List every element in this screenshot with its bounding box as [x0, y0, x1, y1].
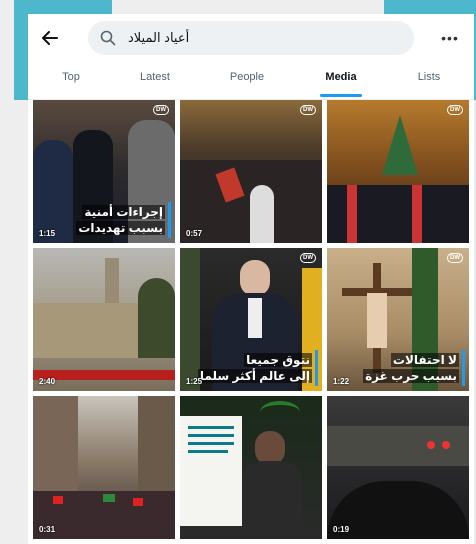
- caption-bar: [462, 350, 465, 386]
- media-tile[interactable]: 2:40: [33, 248, 175, 391]
- tab-bar: Top Latest People Media Lists: [28, 64, 474, 100]
- video-caption: نتوق جميعا إلى عالم أكثر سلما: [197, 353, 312, 383]
- tab-top[interactable]: Top: [46, 64, 96, 100]
- dw-logo: DW: [153, 105, 169, 115]
- media-tile[interactable]: DW 0:57: [180, 100, 322, 243]
- dw-logo: DW: [300, 253, 316, 263]
- decorative-bracket: [14, 0, 28, 100]
- tab-people[interactable]: People: [220, 64, 274, 100]
- video-caption: إجراءات أمنية بسبب تهديدات: [76, 205, 165, 235]
- back-arrow-icon[interactable]: [38, 26, 62, 50]
- search-query: أعياد الميلاد: [128, 30, 190, 45]
- video-duration: 1:25: [186, 377, 203, 386]
- media-tile[interactable]: 0:31: [33, 396, 175, 539]
- search-input[interactable]: أعياد الميلاد: [88, 21, 414, 55]
- video-duration: 1:22: [333, 377, 350, 386]
- decorative-bracket: [14, 0, 112, 14]
- active-tab-indicator: [320, 94, 362, 97]
- top-bar: أعياد الميلاد •••: [28, 14, 474, 64]
- video-caption: لا احتفالات بسبب حرب غزة: [363, 353, 459, 383]
- media-tile[interactable]: DW: [327, 100, 469, 243]
- tab-latest[interactable]: Latest: [130, 64, 180, 100]
- video-duration: 1:15: [39, 229, 56, 238]
- tab-lists[interactable]: Lists: [404, 64, 454, 100]
- dw-logo: DW: [447, 105, 463, 115]
- caption-bar: [315, 350, 318, 386]
- caption-bar: [168, 202, 171, 238]
- video-duration: 0:57: [186, 229, 203, 238]
- media-tile[interactable]: DW نتوق جميعا إلى عالم أكثر سلما 1:25: [180, 248, 322, 391]
- video-duration: 0:31: [39, 525, 56, 534]
- search-results-panel: أعياد الميلاد ••• Top Latest People Medi…: [28, 14, 474, 544]
- more-options-icon[interactable]: •••: [438, 26, 462, 50]
- media-tile[interactable]: 0:19: [327, 396, 469, 539]
- dw-logo: DW: [300, 105, 316, 115]
- media-tile[interactable]: DW لا احتفالات بسبب حرب غزة 1:22: [327, 248, 469, 391]
- video-duration: 2:40: [39, 377, 56, 386]
- media-tile[interactable]: [180, 396, 322, 539]
- search-icon: [100, 30, 116, 46]
- media-tile[interactable]: DW إجراءات أمنية بسبب تهديدات 1:15: [33, 100, 175, 243]
- video-duration: 0:19: [333, 525, 350, 534]
- dw-logo: DW: [447, 253, 463, 263]
